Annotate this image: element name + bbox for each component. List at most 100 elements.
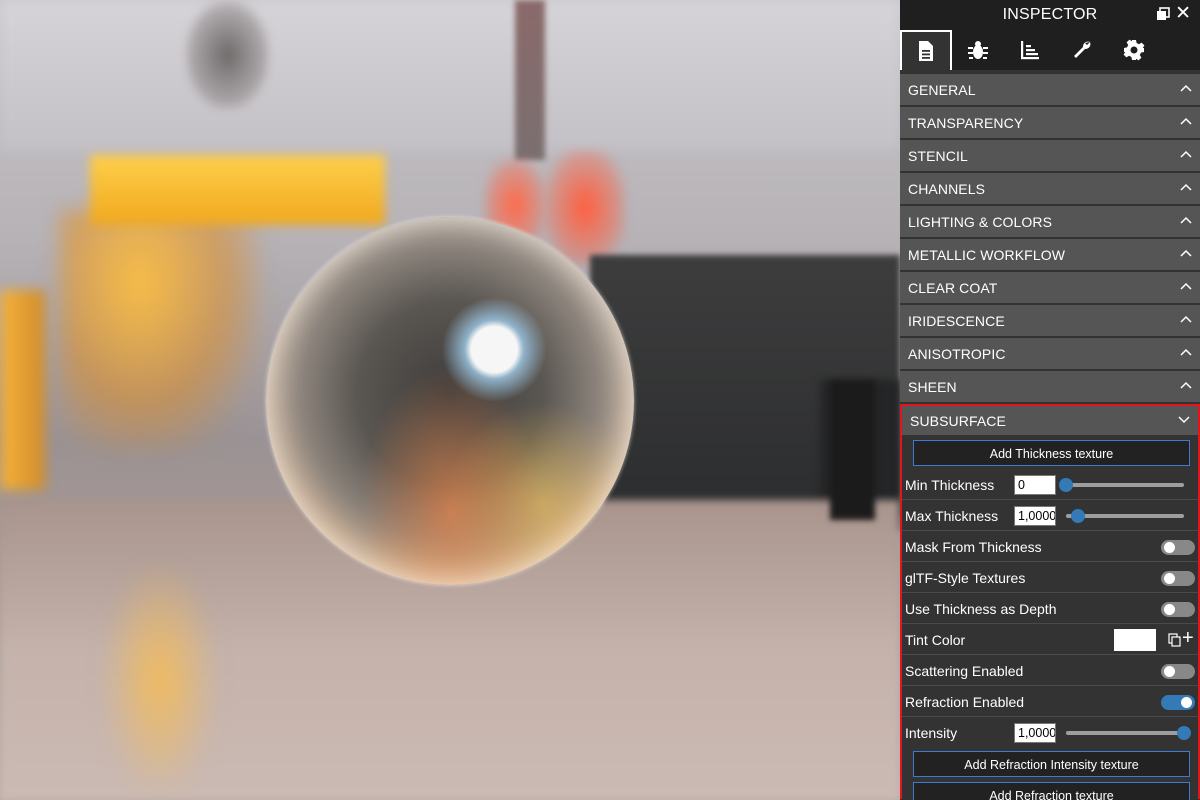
section-iridescence[interactable]: IRIDESCENCE <box>900 305 1200 336</box>
wrench-icon <box>1074 41 1091 58</box>
chevron-up-icon <box>1180 315 1192 323</box>
section-label: LIGHTING & COLORS <box>908 214 1053 230</box>
toggle-knob <box>1164 604 1175 615</box>
refraction-enabled-label: Refraction Enabled <box>905 694 1025 710</box>
min-thickness-row: Min Thickness 0 <box>902 469 1198 500</box>
slider-thumb[interactable] <box>1177 726 1191 740</box>
toggle-knob <box>1181 697 1192 708</box>
toggle-knob <box>1164 573 1175 584</box>
gltf-style-textures-row: glTF-Style Textures <box>902 562 1198 593</box>
section-lighting-colors[interactable]: LIGHTING & COLORS <box>900 206 1200 237</box>
add-refraction-intensity-texture-button[interactable]: Add Refraction Intensity texture <box>913 751 1190 777</box>
inspector-panel: INSPECTOR ✕ GENERAL TRANSPARENCY STENCIL… <box>900 0 1200 800</box>
gear-icon <box>1123 39 1145 61</box>
min-thickness-slider[interactable] <box>1059 478 1184 492</box>
use-thickness-as-depth-label: Use Thickness as Depth <box>905 601 1057 617</box>
use-thickness-as-depth-toggle[interactable] <box>1161 602 1195 617</box>
copy-icon[interactable] <box>1168 633 1181 647</box>
max-thickness-row: Max Thickness 1,0000 <box>902 500 1198 531</box>
slider-thumb[interactable] <box>1059 478 1073 492</box>
popout-icon[interactable] <box>1156 7 1170 21</box>
section-label: SHEEN <box>908 379 957 395</box>
section-subsurface-header[interactable]: SUBSURFACE <box>902 406 1198 435</box>
chevron-up-icon <box>1180 117 1192 125</box>
chevron-up-icon <box>1180 249 1192 257</box>
max-thickness-label: Max Thickness <box>905 508 999 524</box>
viewport-ceiling <box>0 0 900 150</box>
viewport-shop-left <box>0 290 45 490</box>
chevron-up-icon <box>1180 282 1192 290</box>
max-thickness-input[interactable]: 1,0000 <box>1014 506 1056 526</box>
chevron-up-icon <box>1180 381 1192 389</box>
tint-color-label: Tint Color <box>905 632 966 648</box>
glass-sphere-mesh[interactable] <box>266 217 634 585</box>
intensity-label: Intensity <box>905 725 958 741</box>
close-icon[interactable]: ✕ <box>1175 3 1191 25</box>
chevron-up-icon <box>1180 348 1192 356</box>
scattering-enabled-row: Scattering Enabled <box>902 655 1198 686</box>
tab-statistics[interactable] <box>1004 30 1056 70</box>
chevron-up-icon <box>1180 150 1192 158</box>
viewport-red-lamp <box>545 150 625 265</box>
viewport-floor-reflection <box>100 560 220 800</box>
toggle-knob <box>1164 666 1175 677</box>
subsurface-body: Add Thickness texture Min Thickness 0 Ma… <box>902 440 1198 800</box>
tab-debug[interactable] <box>952 30 1004 70</box>
section-label: TRANSPARENCY <box>908 115 1024 131</box>
min-thickness-input[interactable]: 0 <box>1014 475 1056 495</box>
gltf-style-textures-toggle[interactable] <box>1161 571 1195 586</box>
render-viewport[interactable] <box>0 0 900 800</box>
section-general[interactable]: GENERAL <box>900 74 1200 105</box>
section-subsurface: SUBSURFACE Add Thickness texture Min Thi… <box>900 404 1200 800</box>
section-label: METALLIC WORKFLOW <box>908 247 1066 263</box>
chevron-up-icon <box>1180 216 1192 224</box>
mask-from-thickness-row: Mask From Thickness <box>902 531 1198 562</box>
intensity-input[interactable]: 1,0000 <box>1014 723 1056 743</box>
add-refraction-texture-button[interactable]: Add Refraction texture <box>913 782 1190 800</box>
viewport-shop-sign <box>90 155 385 225</box>
section-transparency[interactable]: TRANSPARENCY <box>900 107 1200 138</box>
section-label: ANISOTROPIC <box>908 346 1006 362</box>
min-thickness-label: Min Thickness <box>905 477 995 493</box>
section-label: CHANNELS <box>908 181 986 197</box>
property-sections: GENERAL TRANSPARENCY STENCIL CHANNELS LI… <box>900 70 1200 800</box>
plus-icon[interactable]: + <box>1182 627 1194 649</box>
viewport-shop-glow <box>60 210 260 450</box>
section-anisotropic[interactable]: ANISOTROPIC <box>900 338 1200 369</box>
inspector-header: INSPECTOR ✕ <box>900 0 1200 30</box>
tint-color-swatch[interactable] <box>1114 629 1156 651</box>
tab-tools[interactable] <box>1056 30 1108 70</box>
intensity-row: Intensity 1,0000 <box>902 717 1198 748</box>
scattering-enabled-label: Scattering Enabled <box>905 663 1024 679</box>
slider-thumb[interactable] <box>1070 509 1085 523</box>
bug-icon <box>968 41 988 59</box>
refraction-enabled-row: Refraction Enabled <box>902 686 1198 717</box>
section-channels[interactable]: CHANNELS <box>900 173 1200 204</box>
tab-settings[interactable] <box>1108 30 1160 70</box>
tab-properties[interactable] <box>900 30 952 70</box>
viewport-chandelier <box>185 0 270 110</box>
tint-color-row: Tint Color + <box>902 624 1198 655</box>
add-thickness-texture-button[interactable]: Add Thickness texture <box>913 440 1190 466</box>
refraction-enabled-toggle[interactable] <box>1161 695 1195 710</box>
section-metallic-workflow[interactable]: METALLIC WORKFLOW <box>900 239 1200 270</box>
max-thickness-slider[interactable] <box>1066 509 1184 523</box>
section-label: SUBSURFACE <box>910 413 1006 429</box>
document-icon <box>919 41 933 61</box>
section-stencil[interactable]: STENCIL <box>900 140 1200 171</box>
mask-from-thickness-toggle[interactable] <box>1161 540 1195 555</box>
section-clear-coat[interactable]: CLEAR COAT <box>900 272 1200 303</box>
mask-from-thickness-label: Mask From Thickness <box>905 539 1042 555</box>
inspector-title: INSPECTOR <box>1002 6 1098 23</box>
chart-icon <box>1021 41 1039 60</box>
chevron-up-icon <box>1180 183 1192 191</box>
section-sheen[interactable]: SHEEN <box>900 371 1200 402</box>
intensity-slider[interactable] <box>1066 726 1191 740</box>
section-label: CLEAR COAT <box>908 280 998 296</box>
use-thickness-as-depth-row: Use Thickness as Depth <box>902 593 1198 624</box>
toggle-knob <box>1164 542 1175 553</box>
gltf-style-textures-label: glTF-Style Textures <box>905 570 1026 586</box>
scattering-enabled-toggle[interactable] <box>1161 664 1195 679</box>
section-label: IRIDESCENCE <box>908 313 1005 329</box>
section-label: STENCIL <box>908 148 968 164</box>
